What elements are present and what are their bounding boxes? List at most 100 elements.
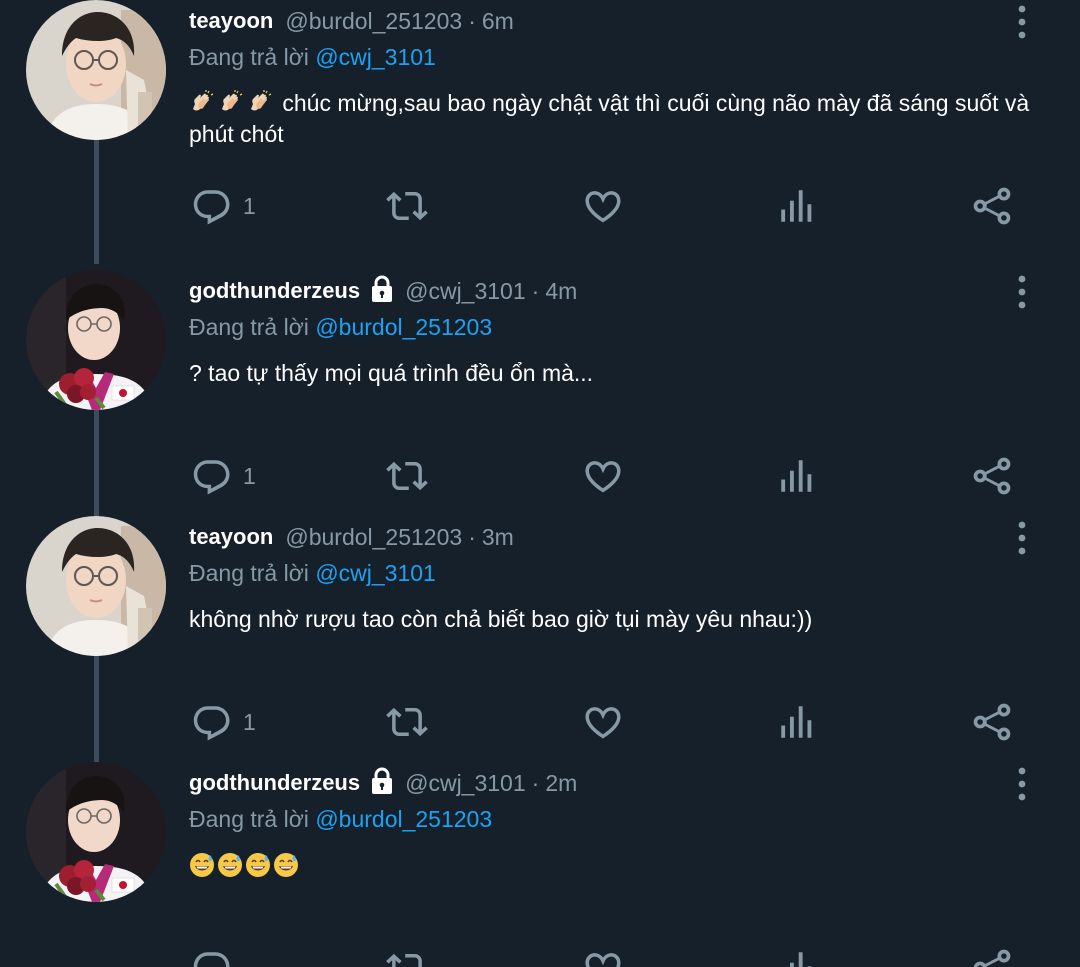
share-button[interactable] (970, 454, 1014, 498)
reply-button[interactable]: 1 (191, 700, 256, 744)
retweet-icon (384, 185, 430, 227)
analytics-button[interactable] (776, 700, 818, 744)
like-icon (581, 455, 625, 497)
more-options-icon[interactable] (1010, 766, 1034, 802)
user-handle[interactable]: @cwj_3101 (405, 770, 526, 797)
analytics-icon (776, 455, 818, 497)
separator-dot: · (468, 7, 476, 34)
analytics-icon (776, 701, 818, 743)
mention-link[interactable]: @burdol_251203 (315, 314, 492, 340)
share-button[interactable] (970, 184, 1014, 228)
user-handle[interactable]: @burdol_251203 (285, 524, 462, 551)
share-button[interactable] (970, 700, 1014, 744)
analytics-button[interactable] (776, 946, 818, 967)
timestamp[interactable]: 6m (482, 8, 514, 35)
tweet-header: teayoon @burdol_251203 · 6m (189, 6, 514, 36)
replying-to: Đang trả lời @cwj_3101 (189, 560, 436, 587)
reply-icon (191, 185, 233, 227)
emoji-group (189, 90, 282, 116)
clapping-hands-emoji (247, 90, 273, 116)
tweet-actions: 1 (0, 700, 1080, 744)
timestamp[interactable]: 4m (545, 278, 577, 305)
avatar-teayoon[interactable] (26, 0, 166, 140)
display-name[interactable]: teayoon (189, 8, 273, 34)
replying-to-label: Đang trả lời (189, 44, 309, 70)
tweet-header: godthunderzeus @cwj_3101 · 4m (189, 276, 577, 306)
lock-icon (367, 766, 397, 801)
tweet-text-content: chúc mừng,sau bao ngày chật vật thì cuối… (189, 90, 1030, 147)
like-button[interactable] (581, 946, 625, 967)
retweet-icon (384, 455, 430, 497)
tweet-actions (0, 946, 1080, 967)
like-icon (581, 701, 625, 743)
reply-button[interactable] (191, 946, 243, 967)
timestamp[interactable]: 2m (545, 770, 577, 797)
separator-dot: · (468, 523, 476, 550)
tweet-actions: 1 (0, 184, 1080, 228)
tweet-1[interactable]: teayoon @burdol_251203 · 6m Đang trả lời… (0, 0, 1080, 264)
display-name[interactable]: godthunderzeus (189, 278, 360, 304)
tweet-text: ? tao tự thấy mọi quá trình đều ổn mà... (189, 358, 1039, 389)
more-options-icon[interactable] (1010, 4, 1034, 40)
reply-button[interactable]: 1 (191, 454, 256, 498)
retweet-icon (384, 701, 430, 743)
separator-dot: · (531, 769, 540, 796)
tweet-actions: 1 (0, 454, 1080, 498)
replying-to: Đang trả lời @burdol_251203 (189, 314, 492, 341)
tweet-header: teayoon @burdol_251203 · 3m (189, 522, 514, 552)
like-icon (581, 185, 625, 227)
mention-link[interactable]: @cwj_3101 (315, 44, 436, 70)
like-button[interactable] (581, 454, 625, 498)
tweet-text-content: không nhờ rượu tao còn chả biết bao giờ … (189, 606, 813, 632)
grinning-face-with-sweat-emoji (217, 852, 243, 878)
mention-link[interactable]: @burdol_251203 (315, 806, 492, 832)
tweet-header: godthunderzeus @cwj_3101 · 2m (189, 768, 577, 798)
grinning-face-with-sweat-emoji (273, 852, 299, 878)
share-icon (970, 184, 1014, 228)
avatar-godthunderzeus[interactable] (26, 270, 166, 410)
emoji-group (189, 852, 301, 878)
retweet-button[interactable] (384, 946, 430, 967)
analytics-icon (776, 947, 818, 967)
reply-button[interactable]: 1 (191, 184, 256, 228)
grinning-face-with-sweat-emoji (189, 852, 215, 878)
like-button[interactable] (581, 700, 625, 744)
reply-count: 1 (243, 708, 256, 735)
separator-dot: · (531, 277, 540, 304)
more-options-icon[interactable] (1010, 520, 1034, 556)
tweet-2[interactable]: godthunderzeus @cwj_3101 · 4m Đang trả l… (0, 270, 1080, 534)
share-icon (970, 700, 1014, 744)
analytics-button[interactable] (776, 184, 818, 228)
share-icon (970, 946, 1014, 967)
replying-to: Đang trả lời @burdol_251203 (189, 806, 492, 833)
retweet-button[interactable] (384, 700, 430, 744)
user-handle[interactable]: @burdol_251203 (285, 8, 462, 35)
display-name[interactable]: godthunderzeus (189, 770, 360, 796)
lock-icon (367, 274, 397, 309)
analytics-icon (776, 185, 818, 227)
avatar-teayoon[interactable] (26, 516, 166, 656)
reply-count: 1 (243, 192, 256, 219)
timestamp[interactable]: 3m (482, 524, 514, 551)
reply-icon (191, 947, 233, 967)
like-icon (581, 947, 625, 967)
retweet-button[interactable] (384, 184, 430, 228)
retweet-icon (384, 947, 430, 967)
grinning-face-with-sweat-emoji (245, 852, 271, 878)
more-options-icon[interactable] (1010, 274, 1034, 310)
retweet-button[interactable] (384, 454, 430, 498)
tweet-text: chúc mừng,sau bao ngày chật vật thì cuối… (189, 88, 1039, 150)
mention-link[interactable]: @cwj_3101 (315, 560, 436, 586)
share-icon (970, 454, 1014, 498)
tweet-3[interactable]: teayoon @burdol_251203 · 3m Đang trả lời… (0, 516, 1080, 780)
like-button[interactable] (581, 184, 625, 228)
analytics-button[interactable] (776, 454, 818, 498)
display-name[interactable]: teayoon (189, 524, 273, 550)
replying-to-label: Đang trả lời (189, 560, 309, 586)
tweet-4[interactable]: godthunderzeus @cwj_3101 · 2m Đang trả l… (0, 762, 1080, 967)
conversation-thread: teayoon @burdol_251203 · 6m Đang trả lời… (0, 0, 1080, 967)
reply-icon (191, 701, 233, 743)
avatar-godthunderzeus[interactable] (26, 762, 166, 902)
share-button[interactable] (970, 946, 1014, 967)
user-handle[interactable]: @cwj_3101 (405, 278, 526, 305)
